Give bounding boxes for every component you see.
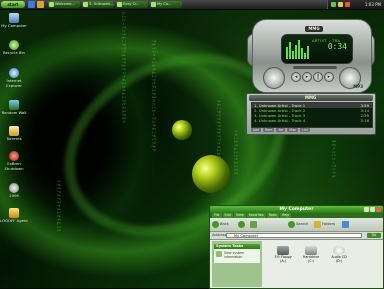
matrix-rain: ｱﾎﾃﾏｹﾒｴｶｷﾑﾕﾗｾﾈｽﾀﾇﾍﾊﾐﾋｰｳｼﾅﾓﾆｻﾜﾂｵﾘ <box>150 40 156 153</box>
pause-button[interactable]: ‖ <box>313 72 323 82</box>
window-icon <box>49 2 54 7</box>
system-tray: 1:03 PM <box>327 0 384 9</box>
playlist-list: 1. Unknown Artist - Track 1 3:59 2. Unkno… <box>251 102 373 128</box>
playlist-buttons: Add Rem Sel Misc List <box>251 128 310 132</box>
matrix-rain: ﾂｵﾘｱﾎﾃﾏｹﾒｴｶｷﾑﾕﾗ <box>55 180 61 233</box>
close-button[interactable] <box>376 207 381 212</box>
media-icon <box>83 2 88 7</box>
views-icon <box>342 220 349 228</box>
maximize-button[interactable] <box>370 207 375 212</box>
folders-button[interactable]: Folders <box>314 220 335 229</box>
playlist-titlebar[interactable]: MMG <box>249 95 373 101</box>
network-icon[interactable] <box>331 2 336 7</box>
back-arrow-icon <box>212 220 219 228</box>
folder-icon <box>9 126 19 136</box>
drive-floppy[interactable]: 3½ Floppy (A:) <box>272 246 294 263</box>
recycle-bin-icon <box>9 40 19 50</box>
taskbar-button[interactable]: My Co... <box>150 1 182 8</box>
playlist-select-button[interactable]: Sel <box>276 128 286 132</box>
desktop-icon-internet-explorer[interactable]: Internet Explorer <box>0 68 28 88</box>
drive-harddrive[interactable]: Harddrive (C:) <box>300 246 322 263</box>
address-label: Address <box>212 233 227 237</box>
playlist-logo: MMG <box>305 95 317 100</box>
search-button[interactable]: Search <box>288 220 308 229</box>
desktop-icon-recycle-bin[interactable]: Recycle Bin <box>0 40 28 56</box>
playlist-add-button[interactable]: Add <box>251 128 262 132</box>
player-logo: MMG <box>305 26 323 32</box>
forward-arrow-icon <box>238 220 245 228</box>
logoff-icon <box>9 208 19 218</box>
system-info-icon <box>216 251 222 257</box>
taskbar-button[interactable]: Easy Cr... <box>116 1 148 8</box>
taskbar: start Welcome... 3. Unknown... Easy Cr..… <box>0 0 384 10</box>
playlist-row[interactable]: 4. Unknown Artist - Track 4 3:16 <box>252 118 372 123</box>
toolbar: Back Search Folders <box>210 218 383 232</box>
ie-icon <box>9 68 19 78</box>
playlist-remove-button[interactable]: Rem <box>263 128 275 132</box>
desktop-icon-random-wall[interactable]: Random Wall <box>0 100 28 116</box>
wallpaper-orb <box>192 155 230 193</box>
folder-quicklaunch-icon[interactable] <box>37 1 44 8</box>
format-badge: MP3 <box>353 84 363 89</box>
up-folder-icon <box>250 220 257 228</box>
playlist-misc-button[interactable]: Misc <box>287 128 299 132</box>
desktop-icon-my-computer[interactable]: My Computer <box>0 13 28 29</box>
matrix-rain: ﾀﾇﾍﾊﾐﾋｰｳｼﾅﾓ <box>330 140 336 179</box>
computer-icon <box>151 2 156 7</box>
folders-icon <box>314 220 321 228</box>
view-system-info-link[interactable]: View system information <box>224 251 254 259</box>
security-icon[interactable] <box>345 2 350 7</box>
go-button[interactable]: Go <box>367 233 381 238</box>
matrix-rain: ﾊﾐﾋｰｳｼﾅﾓﾆｻﾜﾂｵﾘｱﾎﾃﾏｹﾒｴｶｷﾑﾕﾗｾﾈｽﾀﾇﾍ <box>120 12 126 125</box>
media-player: MMG ARTIST - TRA 0:34 ◂ ▸ ‖ ▸ MP3 <box>247 15 375 93</box>
window-icon <box>117 2 122 7</box>
playlist-window: MMG 1. Unknown Artist - Track 1 3:59 2. U… <box>246 93 376 135</box>
seek-slider[interactable] <box>293 66 337 69</box>
matrix-rain: ｹﾒｴｶｷﾑﾕﾗｾﾈｽﾀﾇ <box>232 130 238 176</box>
desktop-icon-torrents[interactable]: Torrents <box>0 126 28 142</box>
desktop-icon-shutdown[interactable]: ExBren Shutdown <box>0 151 28 171</box>
hard-drive-icon <box>305 246 317 255</box>
back-button[interactable]: Back <box>212 220 229 229</box>
clock[interactable]: 1:03 PM <box>365 0 381 9</box>
drive-audio-cd[interactable]: Audio CD (D:) <box>328 246 350 263</box>
system-tasks-panel: View system information <box>214 249 260 263</box>
forward-button[interactable] <box>238 220 246 229</box>
picture-icon <box>9 100 19 110</box>
task-pane: System Tasks View system information <box>212 241 262 287</box>
desktop-icon-logoff-agent[interactable]: LOGOFF Agent <box>0 208 28 224</box>
explorer-window: My Computer File Edit View Favorites Too… <box>209 205 384 289</box>
playlist-list-button[interactable]: List <box>300 128 310 132</box>
window-title: My Computer <box>279 207 314 212</box>
play-button[interactable]: ▸ <box>302 72 312 82</box>
volume-icon[interactable] <box>338 2 343 7</box>
player-body: MMG ARTIST - TRA 0:34 ◂ ▸ ‖ ▸ MP3 <box>252 19 372 93</box>
views-button[interactable] <box>342 220 350 229</box>
next-button[interactable]: ▸ <box>324 72 334 82</box>
start-button[interactable]: start <box>1 1 25 8</box>
cd-drive-icon <box>333 246 345 255</box>
search-icon <box>288 220 295 228</box>
time-display[interactable]: 0:34 <box>328 42 347 51</box>
taskbar-button[interactable]: 3. Unknown... <box>82 1 114 8</box>
previous-button[interactable]: ◂ <box>291 72 301 82</box>
window-titlebar[interactable]: My Computer <box>210 206 383 213</box>
player-display: ARTIST - TRA 0:34 <box>281 34 353 64</box>
globe-icon <box>9 183 19 193</box>
shutdown-icon <box>9 151 19 161</box>
address-input[interactable]: My Computer <box>226 233 362 238</box>
up-button[interactable] <box>250 220 258 229</box>
taskbar-button[interactable]: Welcome... <box>48 1 80 8</box>
floppy-drive-icon <box>277 246 289 255</box>
address-bar: Address My Computer Go <box>210 232 383 240</box>
wallpaper-orb <box>172 120 192 140</box>
ie-quicklaunch-icon[interactable] <box>28 1 35 8</box>
desktop-icon-2006[interactable]: 2006 <box>0 183 28 199</box>
spectrum-analyzer <box>286 39 310 59</box>
minimize-button[interactable] <box>364 207 369 212</box>
volume-knob[interactable] <box>263 67 285 89</box>
computer-icon <box>9 13 19 23</box>
